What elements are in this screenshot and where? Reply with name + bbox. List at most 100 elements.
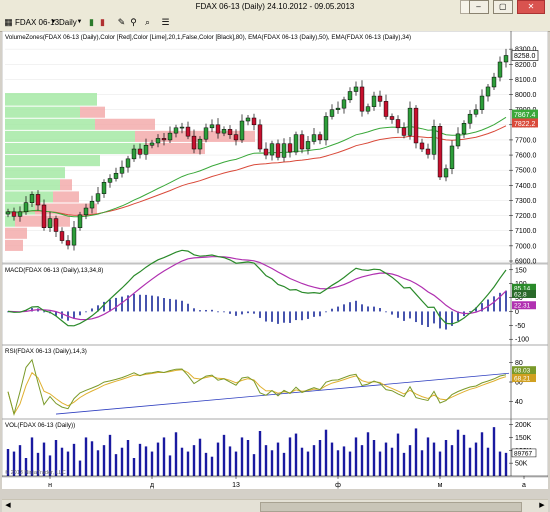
volume-zone-down-bar [80,106,105,118]
volume-zone-down-bar [60,179,72,191]
bar-chart-icon[interactable]: ▮ [86,17,97,28]
candle-body [425,148,431,155]
candle-body [137,148,143,155]
candle-body [275,143,281,158]
candle-body [251,117,257,126]
volume-zone-up-bar [5,130,135,142]
candle-body [239,120,245,141]
volume-tick-label: 50K [515,461,528,468]
macd-histogram-bar [391,311,393,315]
candle-body [185,126,191,137]
volume-bar [342,446,346,476]
volume-bar [174,432,178,476]
candle-body [269,143,275,156]
volume-bar [216,442,220,476]
horizontal-scrollbar[interactable]: ◀ ▶ [2,499,548,512]
volume-zone-down-bar [53,191,79,203]
candle-body [365,106,371,112]
scrollbar-thumb[interactable] [260,502,522,512]
price-tick-label: 6900.0 [515,259,537,266]
pin-icon[interactable]: ⚲ [128,17,139,28]
scroll-left-arrow-icon[interactable]: ◀ [3,501,13,511]
macd-histogram-bar [193,308,195,312]
candle-body [131,148,137,160]
close-button[interactable]: ✕ [517,0,545,14]
bar-chart-icon[interactable]: ▮ [97,17,108,28]
macd-histogram-bar [397,311,399,318]
candle-body [323,116,329,141]
candle-body [95,193,101,202]
grid-icon[interactable]: ▦ [3,17,14,28]
magnifier-icon[interactable]: ⌕ [142,17,153,28]
candle-body [221,129,227,134]
volume-bar [156,442,160,476]
ema-50-value-label: 7822.2 [514,121,536,128]
macd-histogram-bar [373,306,375,312]
volume-zone-up-bar [5,155,100,167]
macd-tick-label: 150 [515,267,527,274]
title-bar[interactable]: FDAX 06-13 (Daily) 24.10.2012 - 09.05.20… [0,0,550,16]
macd-histogram-bar [271,311,273,322]
candle-body [347,91,353,101]
price-tick-label: 7200.0 [515,213,537,220]
volume-bar [384,442,388,476]
candle-body [233,134,239,141]
volume-bar [204,452,208,476]
chevron-down-icon[interactable]: ▼ [74,17,85,28]
macd-histogram-bar [337,306,339,312]
macd-histogram-bar [199,310,201,312]
volume-bar [318,440,322,476]
chevron-down-icon[interactable]: ▼ [48,17,59,28]
candle-body [29,194,35,203]
macd-histogram-bar [115,297,117,312]
macd-histogram-bar [109,299,111,312]
volume-bar [72,443,76,476]
macd-histogram-bar [253,311,255,314]
volume-bar [168,455,172,476]
macd-value-label: 22.31 [514,303,531,310]
volume-bar [180,447,184,476]
time-axis-label: н [48,482,52,489]
candle-body [245,117,251,122]
volume-zone-up-bar [5,118,95,130]
price-tick-label: 7400.0 [515,183,537,190]
macd-tick-label: 0 [515,309,519,316]
window-controls: – ▢ ✕ [467,0,545,14]
macd-histogram-bar [265,311,267,322]
volume-zone-up-bar [5,167,65,179]
macd-histogram-bar [361,304,363,312]
macd-histogram-bar [181,300,183,312]
candle-body [389,116,395,120]
macd-histogram-bar [307,311,309,319]
price-tick-label: 7500.0 [515,168,537,175]
minimize-button[interactable]: – [468,0,489,14]
candle-body [431,126,437,155]
volume-bar [102,445,106,476]
candle-body [215,124,221,134]
candle-body [17,211,23,217]
rsi-value-label: 68.21 [514,376,531,383]
macd-histogram-bar [247,311,249,314]
candle-body [71,227,77,246]
maximize-button[interactable]: ▢ [492,0,513,14]
pencil-icon[interactable]: ✎ [116,17,127,28]
macd-histogram-bar [211,309,213,312]
candle-body [101,182,107,194]
candle-body [449,145,455,169]
volume-bar [294,433,298,476]
macd-histogram-bar [121,296,123,312]
macd-histogram-bar [277,311,279,324]
volume-bar [336,450,340,476]
macd-histogram-bar [145,294,147,312]
chart-area[interactable]: 8300.08200.08100.08000.07900.07800.07700… [2,31,548,489]
list-icon[interactable]: ☰ [160,17,171,28]
volume-bar [468,447,472,476]
volume-bar [162,437,166,476]
macd-histogram-bar [313,311,315,317]
volume-bar [192,445,196,476]
volume-zone-down-bar [5,227,27,239]
volume-bar [330,442,334,476]
scroll-right-arrow-icon[interactable]: ▶ [537,501,547,511]
volume-value-label: 89767 [514,450,532,457]
volume-bar [252,454,256,476]
